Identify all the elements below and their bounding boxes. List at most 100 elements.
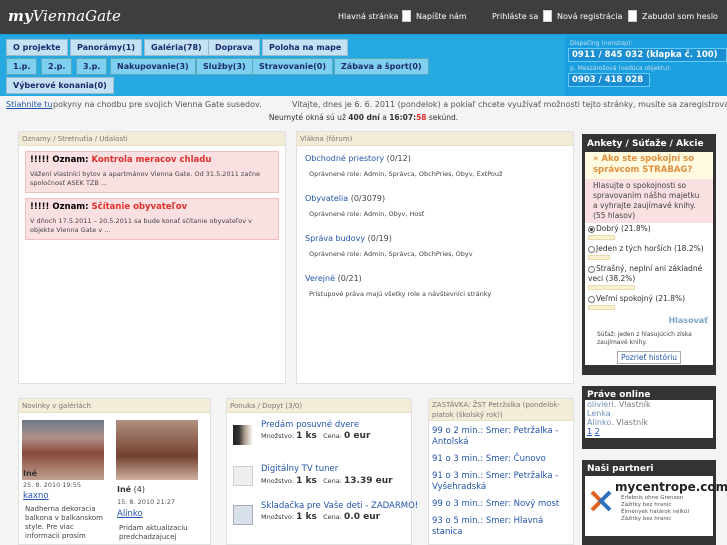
nav-item-galeria[interactable]: Galéria(78)	[144, 39, 209, 56]
offer-title[interactable]: Skladačka pre Vaše deti - ZADARMO!	[261, 501, 418, 511]
online-user[interactable]: olivieri. Vlastník	[585, 400, 713, 409]
gallery-title: Novinky v galériách	[19, 399, 210, 413]
forum-thread-link[interactable]: Obchodné priestory	[305, 154, 384, 163]
nav-item-stravovanie[interactable]: Stravovanie(0)	[252, 58, 333, 75]
announcement-title[interactable]: Sčítanie obyvateľov	[92, 202, 188, 212]
nav-item-panoramy[interactable]: Panorámy(1)	[70, 39, 143, 56]
poll-note: Súťaž: jeden z hlasujúcich získa zaujíma…	[585, 328, 713, 350]
manager-phone: 0903 / 418 028	[568, 73, 650, 87]
announcement-item: !!!!! Oznam: Sčítanie obyvateľov V dňoch…	[25, 198, 279, 240]
nav-item-poloha[interactable]: Poloha na mape	[262, 39, 349, 56]
nav-item-2p[interactable]: 2.p.	[41, 58, 73, 75]
poll-title: Ankety / Súťaže / Akcie	[587, 139, 704, 149]
forum-thread: Verejné (0/21) Prístupové práva majú všet…	[305, 274, 492, 298]
online-user[interactable]: Alinko. Vlastník	[585, 418, 713, 427]
history-button[interactable]: Pozrieť históriu	[616, 351, 682, 364]
gallery-item-desc: Pridam aktualizaciu predchadzajucej	[119, 524, 188, 541]
info-bar: Stiahnite tu pokyny na chodbu pre svojic…	[0, 97, 727, 111]
countdown: Neumyté okná sú už 400 dní a 16:07:58 se…	[268, 113, 459, 122]
write-us-link[interactable]: Napíšte nám	[416, 12, 467, 21]
offer-title[interactable]: Predám posuvné dvere	[261, 420, 359, 430]
announcement-item: !!!!! Oznam: Kontrola meracov chladu Váž…	[25, 151, 279, 193]
nav-item-1p[interactable]: 1.p.	[6, 58, 38, 75]
nav-item-o-projekte[interactable]: O projekte	[6, 39, 68, 56]
bus-item[interactable]: 93 o 5 min.: Smer: Hlavná stanica	[432, 516, 562, 538]
offer-meta: Množstvo: 1 ks Cena: 0 eur	[261, 431, 371, 441]
forum-thread-link[interactable]: Správa budovy	[305, 234, 365, 243]
forum-thread-link[interactable]: Obyvatelia	[305, 194, 348, 203]
partners-title: Naši partneri	[587, 464, 654, 474]
poll-option[interactable]: Dobrý (21.8%)	[585, 223, 713, 243]
gallery-image[interactable]	[116, 420, 198, 480]
nav-item-sluzby[interactable]: Služby(3)	[196, 58, 253, 75]
offer-thumbnail[interactable]	[233, 466, 253, 486]
poll-option[interactable]: Jeden z tých horších (18.2%)	[585, 243, 713, 263]
poll-bar	[588, 255, 611, 260]
header-bar: myViennaGate Hlavná stránka Napíšte nám …	[0, 0, 727, 34]
login-link[interactable]: Prihláste sa	[492, 12, 538, 21]
download-text: pokyny na chodbu pre svojich Vienna Gate…	[53, 100, 262, 109]
forum-thread: Obyvatelia (0/3079) Oprávnené role: Admin…	[305, 194, 425, 218]
forum-panel: Vlákna (fórum) Obchodné priestory (0/12)…	[296, 131, 574, 384]
forum-title: Vlákna (fórum)	[297, 132, 573, 146]
offer-thumbnail[interactable]	[233, 505, 253, 525]
poll-question: » Ako ste spokojní so správcom STRABAG?	[585, 152, 713, 179]
forum-thread: Správa budovy (0/19) Oprávnené role: Admi…	[305, 234, 473, 258]
site-logo[interactable]: myViennaGate	[8, 7, 121, 25]
offers-title: Ponuka / Dopyt (3/0)	[227, 399, 411, 413]
online-title: Práve online	[587, 390, 651, 400]
poll-votes: (55 hlasov)	[593, 211, 636, 220]
radio-icon[interactable]	[588, 265, 595, 273]
poll-panel: Ankety / Súťaže / Akcie » Ako ste spokoj…	[582, 134, 716, 375]
announcements-panel: Oznamy / Stretnutia / Udalosti !!!!! Ozn…	[18, 131, 286, 384]
online-user[interactable]: Lenka	[585, 409, 713, 418]
key-icon	[628, 10, 637, 22]
mycentrope-icon	[590, 490, 612, 512]
poll-option[interactable]: Veľmi spokojný (21.8%)	[585, 293, 713, 313]
dispatch-label: Dispečing (nonstop):	[570, 40, 633, 47]
gallery-item-author[interactable]: Alinko	[117, 509, 143, 519]
radio-icon[interactable]	[588, 225, 595, 233]
user-icon	[543, 10, 552, 22]
page-link[interactable]: 1	[587, 427, 592, 436]
poll-option[interactable]: Strašný, neplní ani základné veci (38.2%…	[585, 263, 713, 293]
forgot-password-link[interactable]: Zabudol som heslo	[642, 12, 718, 21]
gallery-item-name: Iné	[23, 469, 38, 478]
nav-item-3p[interactable]: 3.p.	[76, 58, 108, 75]
bus-item[interactable]: 91 o 3 min.: Smer: Čunovo	[432, 454, 562, 465]
announcement-title[interactable]: Kontrola meracov chladu	[92, 155, 212, 165]
bus-title: ZASTÁVKA: ŽST Petržalka (pondelok-piatok…	[429, 399, 573, 421]
nav-item-doprava[interactable]: Doprava	[208, 39, 260, 56]
manager-label: p. Meszárošová (vedúca objektu):	[570, 65, 672, 72]
dispatch-contacts: Dispečing (nonstop): 0911 / 845 032 (kla…	[565, 40, 727, 96]
register-link[interactable]: Nová registrácia	[557, 12, 622, 21]
home-link[interactable]: Hlavná stránka	[338, 12, 398, 21]
partner-logo[interactable]: mycentrope.com Erlebnis ohne Grenzen Záži…	[585, 476, 727, 536]
poll-description: Hlasujte o spokojnosti so spravovaním ná…	[593, 181, 700, 210]
partners-panel: Naši partneri mycentrope.com Erlebnis oh…	[582, 460, 727, 545]
offer-title[interactable]: Digitálny TV tuner	[261, 464, 338, 474]
offer-meta: Množstvo: 1 ks Cena: 13.39 eur	[261, 476, 393, 486]
poll-bar	[588, 285, 635, 290]
bus-item[interactable]: 99 o 2 min.: Smer: Petržalka - Antolská	[432, 426, 562, 448]
vote-button[interactable]: Hlasovať	[585, 313, 713, 328]
nav-item-zabava[interactable]: Zábava a šport(0)	[334, 58, 429, 75]
nav-item-vyberove-konania[interactable]: Výberové konania(0)	[6, 77, 114, 94]
bus-item[interactable]: 91 o 3 min.: Smer: Petržalka - Vyšehrads…	[432, 471, 562, 493]
offer-thumbnail[interactable]	[233, 425, 253, 445]
radio-icon[interactable]	[588, 245, 595, 253]
gallery-item-date: 25. 8. 2010 19:55	[23, 481, 82, 489]
radio-icon[interactable]	[588, 295, 595, 303]
nav-item-nakupovanie[interactable]: Nakupovanie(3)	[110, 58, 196, 75]
nav-menu: O projekte Panorámy(1) Galéria(78) Dopra…	[0, 36, 565, 96]
gallery-item-desc: Nadherna dekoracia balkona v balkanskom …	[25, 505, 103, 540]
bus-item[interactable]: 99 o 3 min.: Smer: Nový most	[432, 499, 562, 510]
poll-bar	[588, 305, 615, 310]
poll-bar	[588, 235, 615, 240]
forum-thread-link[interactable]: Verejné	[305, 274, 335, 283]
welcome-text: Vitajte, dnes je 6. 6. 2011 (pondelok) a…	[292, 100, 727, 109]
mail-icon	[402, 10, 411, 22]
download-link[interactable]: Stiahnite tu	[6, 100, 53, 109]
page-link[interactable]: 2	[595, 427, 600, 436]
gallery-item-author[interactable]: kaxno	[23, 491, 49, 501]
